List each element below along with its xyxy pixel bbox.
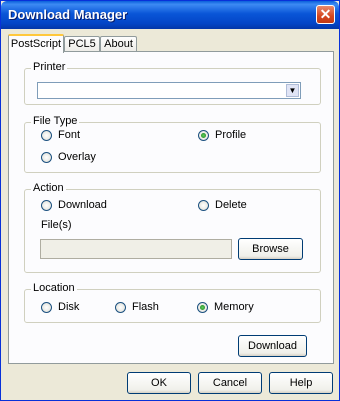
location-group: Location Disk Flash Memory: [24, 282, 321, 323]
printer-group: Printer ▼: [24, 61, 321, 105]
window-title: Download Manager: [8, 7, 128, 22]
tab-label: PostScript: [10, 38, 62, 50]
tab-postscript[interactable]: PostScript: [8, 34, 64, 53]
download-manager-window: Download Manager ✕ PostScript PCL5 About…: [0, 0, 340, 401]
title-bar[interactable]: Download Manager ✕: [1, 1, 339, 29]
help-button[interactable]: Help: [269, 372, 333, 394]
cancel-button[interactable]: Cancel: [198, 372, 262, 394]
radio-circle: [41, 129, 52, 141]
radio-label: Font: [58, 129, 81, 141]
download-label: Download: [248, 340, 297, 352]
files-input[interactable]: [40, 239, 232, 259]
action-label: Action: [31, 182, 66, 194]
browse-button[interactable]: Browse: [238, 238, 303, 260]
close-button[interactable]: ✕: [316, 5, 335, 24]
cancel-label: Cancel: [212, 377, 248, 389]
chevron-down-icon[interactable]: ▼: [286, 84, 299, 97]
radio-circle: [41, 301, 52, 313]
ok-button[interactable]: OK: [127, 372, 191, 394]
radio-label: Disk: [58, 301, 80, 313]
tab-label: PCL5: [68, 38, 96, 50]
action-group: Action Download Delete File(s) Browse: [24, 182, 321, 273]
radio-label: Overlay: [58, 151, 96, 163]
file-type-label: File Type: [31, 115, 80, 127]
printer-value: [38, 83, 41, 95]
radio-flash[interactable]: Flash: [115, 301, 159, 313]
files-label: File(s): [41, 219, 72, 231]
browse-label: Browse: [252, 243, 289, 255]
radio-disk[interactable]: Disk: [41, 301, 79, 313]
download-button[interactable]: Download: [238, 335, 307, 357]
printer-label: Printer: [31, 61, 68, 73]
location-label: Location: [31, 282, 77, 294]
radio-profile[interactable]: Profile: [198, 129, 246, 141]
file-type-group: File Type Font Profile Overlay: [24, 115, 321, 173]
radio-circle-selected: [197, 301, 208, 313]
printer-select[interactable]: ▼: [37, 82, 301, 99]
radio-label: Download: [58, 199, 107, 211]
radio-label: Profile: [215, 129, 247, 141]
close-icon: ✕: [319, 6, 332, 22]
radio-overlay[interactable]: Overlay: [41, 151, 96, 163]
radio-delete[interactable]: Delete: [198, 199, 247, 211]
radio-memory[interactable]: Memory: [197, 301, 254, 313]
radio-circle-selected: [198, 129, 209, 141]
help-label: Help: [289, 377, 313, 389]
radio-circle: [198, 199, 209, 211]
radio-circle: [41, 199, 52, 211]
ok-label: OK: [151, 377, 167, 389]
radio-font[interactable]: Font: [41, 129, 80, 141]
radio-circle: [41, 151, 52, 163]
tab-pcl5[interactable]: PCL5: [64, 36, 100, 52]
radio-circle: [115, 301, 126, 313]
radio-label: Memory: [214, 301, 254, 313]
tab-panel: Printer ▼ File Type Font Profile Overlay…: [8, 51, 334, 364]
radio-label: Delete: [215, 199, 247, 211]
radio-label: Flash: [132, 301, 159, 313]
radio-download[interactable]: Download: [41, 199, 107, 211]
tab-label: About: [104, 38, 133, 50]
tab-about[interactable]: About: [100, 36, 137, 52]
